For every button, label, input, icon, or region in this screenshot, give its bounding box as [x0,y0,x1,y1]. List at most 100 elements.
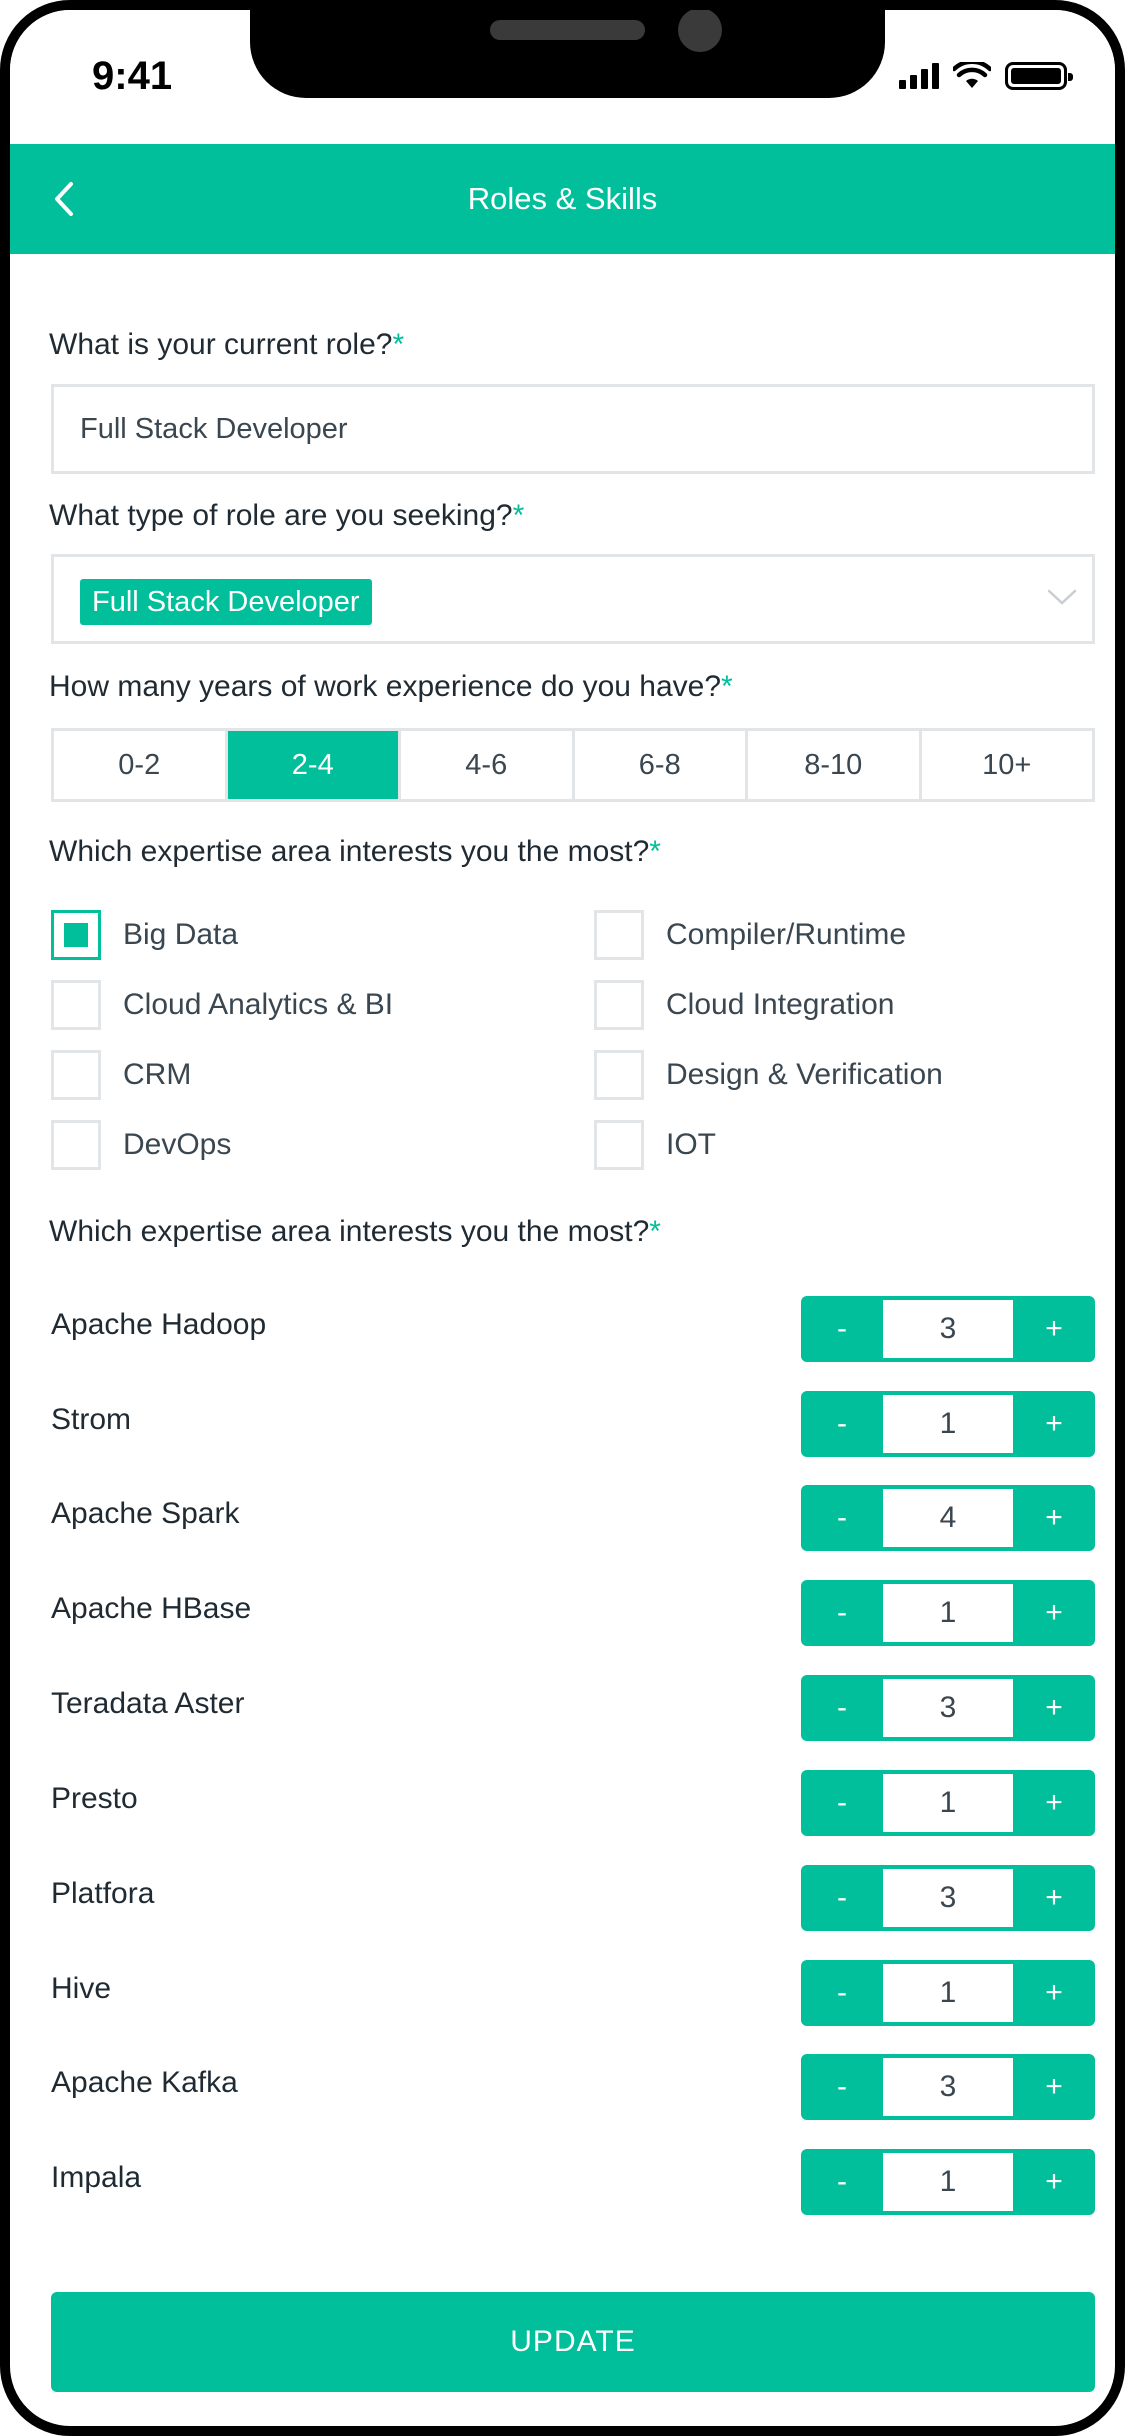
chevron-down-icon [1047,589,1077,605]
required-mark: * [721,670,733,703]
checkbox-design-verification[interactable]: Design & Verification [594,1050,943,1100]
checkbox-box[interactable] [51,980,101,1030]
stepper-value[interactable]: 1 [883,1964,1013,2022]
skill-name: Platfora [51,1877,155,1910]
checkbox-crm[interactable]: CRM [51,1050,191,1100]
speaker-grille [490,20,645,40]
decrement-button[interactable]: - [801,1770,883,1836]
stepper-value[interactable]: 1 [883,1395,1013,1453]
checkbox-compiler-runtime[interactable]: Compiler/Runtime [594,910,906,960]
required-mark: * [649,1215,661,1248]
stepper-value[interactable]: 1 [883,2153,1013,2211]
skill-name: Apache HBase [51,1592,252,1625]
current-role-label: What is your current role?* [49,328,405,361]
checkbox-box[interactable] [594,980,644,1030]
decrement-button[interactable]: - [801,1296,883,1362]
experience-segmented-control: 0-2 2-4 4-6 6-8 8-10 10+ [51,728,1095,802]
decrement-button[interactable]: - [801,1485,883,1551]
skill-row-strom: Strom - 1 + [51,1391,1095,1457]
stepper-value[interactable]: 3 [883,2058,1013,2116]
skill-name: Presto [51,1782,138,1815]
app-header: Roles & Skills [10,144,1115,254]
checkbox-box[interactable] [51,910,101,960]
skill-name: Apache Kafka [51,2066,238,2099]
experience-option-2-4[interactable]: 2-4 [227,731,401,799]
skill-name: Apache Hadoop [51,1308,267,1341]
increment-button[interactable]: + [1013,2149,1095,2215]
wifi-icon [953,62,991,88]
skill-stepper: - 3 + [801,1865,1095,1931]
skill-name: Hive [51,1972,112,2005]
increment-button[interactable]: + [1013,1865,1095,1931]
back-button[interactable] [34,169,94,229]
increment-button[interactable]: + [1013,1485,1095,1551]
decrement-button[interactable]: - [801,1675,883,1741]
skill-stepper: - 3 + [801,1675,1095,1741]
device-notch [250,10,885,98]
skill-stepper: - 1 + [801,1580,1095,1646]
required-mark: * [649,835,661,868]
selected-role-chip[interactable]: Full Stack Developer [80,579,372,625]
stepper-value[interactable]: 4 [883,1489,1013,1547]
experience-option-0-2[interactable]: 0-2 [54,731,228,799]
required-mark: * [512,499,525,532]
cellular-signal-icon [899,63,939,89]
skill-row-hive: Hive - 1 + [51,1960,1095,2026]
checkbox-iot[interactable]: IOT [594,1120,716,1170]
increment-button[interactable]: + [1013,1770,1095,1836]
skill-name: Apache Spark [51,1497,240,1530]
decrement-button[interactable]: - [801,1580,883,1646]
increment-button[interactable]: + [1013,1960,1095,2026]
current-role-input[interactable] [51,384,1095,474]
checkbox-big-data[interactable]: Big Data [51,910,238,960]
decrement-button[interactable]: - [801,1960,883,2026]
checkbox-box[interactable] [51,1120,101,1170]
skill-row-apache-hbase: Apache HBase - 1 + [51,1580,1095,1646]
skill-stepper: - 1 + [801,1770,1095,1836]
status-time: 9:41 [92,54,173,98]
increment-button[interactable]: + [1013,1675,1095,1741]
decrement-button[interactable]: - [801,2149,883,2215]
front-camera [678,10,722,52]
skill-stepper: - 1 + [801,1960,1095,2026]
checkbox-box[interactable] [51,1050,101,1100]
phone-frame: 9:41 Roles & Skills What is your current… [0,0,1125,2436]
stepper-value[interactable]: 3 [883,1300,1013,1358]
expertise-area-label: Which expertise area interests you the m… [49,835,661,868]
decrement-button[interactable]: - [801,2054,883,2120]
checkbox-box[interactable] [594,1120,644,1170]
experience-option-8-10[interactable]: 8-10 [748,731,922,799]
decrement-button[interactable]: - [801,1865,883,1931]
skill-row-platfora: Platfora - 3 + [51,1865,1095,1931]
checkbox-box[interactable] [594,910,644,960]
checkbox-cloud-integration[interactable]: Cloud Integration [594,980,895,1030]
experience-option-6-8[interactable]: 6-8 [575,731,748,799]
stepper-value[interactable]: 1 [883,1584,1013,1642]
skill-row-impala: Impala - 1 + [51,2149,1095,2215]
checkbox-devops[interactable]: DevOps [51,1120,231,1170]
skill-row-teradata-aster: Teradata Aster - 3 + [51,1675,1095,1741]
skill-stepper: - 1 + [801,1391,1095,1457]
skill-row-apache-hadoop: Apache Hadoop - 3 + [51,1296,1095,1362]
decrement-button[interactable]: - [801,1391,883,1457]
increment-button[interactable]: + [1013,2054,1095,2120]
update-button[interactable]: UPDATE [51,2292,1095,2392]
status-icons [899,62,1073,90]
increment-button[interactable]: + [1013,1296,1095,1362]
checkbox-cloud-analytics-bi[interactable]: Cloud Analytics & BI [51,980,393,1030]
stepper-value[interactable]: 1 [883,1774,1013,1832]
skill-name: Strom [51,1403,132,1436]
stepper-value[interactable]: 3 [883,1869,1013,1927]
skill-stepper: - 4 + [801,1485,1095,1551]
increment-button[interactable]: + [1013,1580,1095,1646]
stepper-value[interactable]: 3 [883,1679,1013,1737]
required-mark: * [392,328,405,361]
increment-button[interactable]: + [1013,1391,1095,1457]
page-title: Roles & Skills [467,181,658,216]
checkbox-box[interactable] [594,1050,644,1100]
experience-option-10-plus[interactable]: 10+ [922,731,1093,799]
skills-label: Which expertise area interests you the m… [49,1215,661,1248]
experience-option-4-6[interactable]: 4-6 [401,731,575,799]
skill-stepper: - 3 + [801,2054,1095,2120]
seeking-role-select[interactable]: Full Stack Developer [51,554,1095,644]
